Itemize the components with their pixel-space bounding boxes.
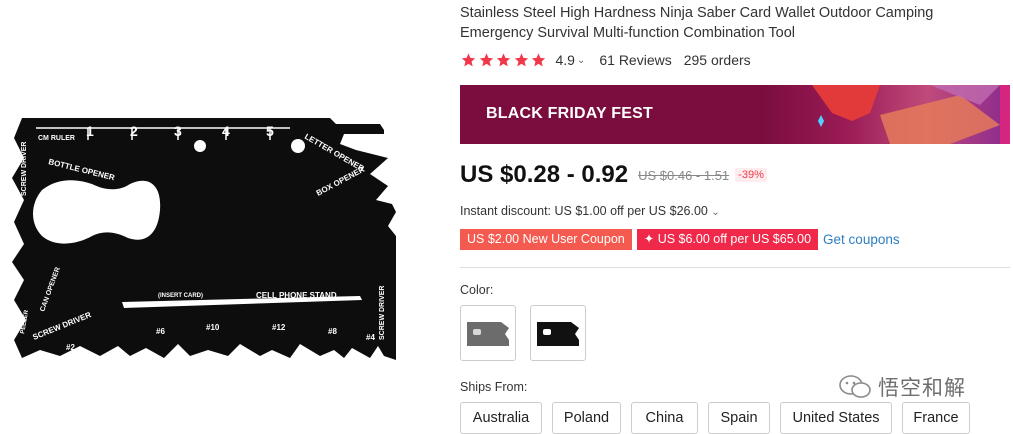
rating-value[interactable]: 4.9 [556,52,575,68]
reviews-link[interactable]: 61 Reviews [599,52,671,68]
store-coupon-label: US $6.00 off per US $65.00 [657,232,812,246]
discount-badge: -39% [735,168,767,182]
ship-option-australia[interactable]: Australia [460,402,542,434]
ship-option-france[interactable]: France [902,402,970,434]
ruler-number-5: 5 [266,123,274,139]
ship-option-china[interactable]: China [631,402,698,434]
ships-from-label: Ships From: [460,380,528,394]
wechat-icon [839,375,871,398]
hex-label-8: #8 [328,327,337,336]
star-icon [461,53,476,67]
product-image-panel: CM RULER 1 2 3 4 5 BOTTLE OPENER LETTER … [0,0,440,433]
star-icon [496,53,511,67]
label-screw-driver-top: SCREW DRIVER [21,142,28,196]
banner-text: BLACK FRIDAY FEST [486,105,653,122]
bottle-opener-hole [33,180,161,244]
new-user-coupon-button[interactable]: US $2.00 New User Coupon [460,229,632,250]
product-title: Stainless Steel High Hardness Ninja Sabe… [460,5,934,41]
swatch-thumbnail-silver [467,322,509,346]
star-icon [514,53,528,67]
watermark: 悟空和解 [838,372,966,402]
color-swatch-silver[interactable] [460,305,516,361]
hex-label-4: #4 [366,333,375,342]
color-label: Color: [460,283,494,297]
instant-discount-text: Instant discount: US $1.00 off per US $2… [460,204,708,218]
black-friday-banner[interactable]: BLACK FRIDAY FEST [460,85,1010,144]
label-insert-card: (INSERT CARD) [158,293,203,299]
original-price: US $0.46 - 1.51 [638,167,730,183]
ship-option-spain[interactable]: Spain [708,402,770,434]
label-cm-ruler: CM RULER [38,135,75,142]
rating-row: 4.9 ⌄ 61 Reviews 295 orders [460,52,751,68]
chevron-down-icon: ⌄ [711,207,720,218]
label-cell-phone-stand: CELL PHONE STAND [256,291,337,300]
hex-label-6: #6 [156,327,165,336]
ship-option-poland[interactable]: Poland [552,402,621,434]
product-info-panel: Stainless Steel High Hardness Ninja Sabe… [460,0,1013,434]
label-screw-driver-right: SCREW DRIVER [379,286,386,340]
get-coupons-link[interactable]: Get coupons [823,232,900,247]
star-icon [531,53,546,67]
hex-label-12: #12 [272,323,286,332]
star-rating[interactable] [460,52,548,68]
ruler-number-1: 1 [86,123,94,139]
ruler-number-4: 4 [222,123,230,139]
ruler-number-3: 3 [174,123,182,139]
orders-count: 295 orders [683,52,751,68]
product-image[interactable]: CM RULER 1 2 3 4 5 BOTTLE OPENER LETTER … [0,0,440,433]
star-icon [479,53,493,67]
ruler-hole-right [291,139,305,153]
chevron-down-icon[interactable]: ⌄ [577,55,585,66]
sparkle-icon: ✦ [643,232,658,246]
ruler-number-2: 2 [130,123,138,139]
coupon-row: US $2.00 New User Coupon ✦ US $6.00 off … [460,229,900,250]
watermark-text: 悟空和解 [878,377,966,400]
hex-label-2: #2 [66,343,75,352]
ship-option-united-states[interactable]: United States [780,402,892,434]
swatch-thumbnail-black [537,322,579,346]
price-row: US $0.28 - 0.92 US $0.46 - 1.51 -39% [460,161,767,189]
instant-discount[interactable]: Instant discount: US $1.00 off per US $2… [460,204,720,218]
ruler-hole-left [194,140,206,152]
store-coupon-button[interactable]: ✦ US $6.00 off per US $65.00 [636,229,819,250]
hex-label-10: #10 [206,323,220,332]
divider [460,267,1010,268]
color-swatch-black[interactable] [530,305,586,361]
current-price: US $0.28 - 0.92 [460,161,629,188]
